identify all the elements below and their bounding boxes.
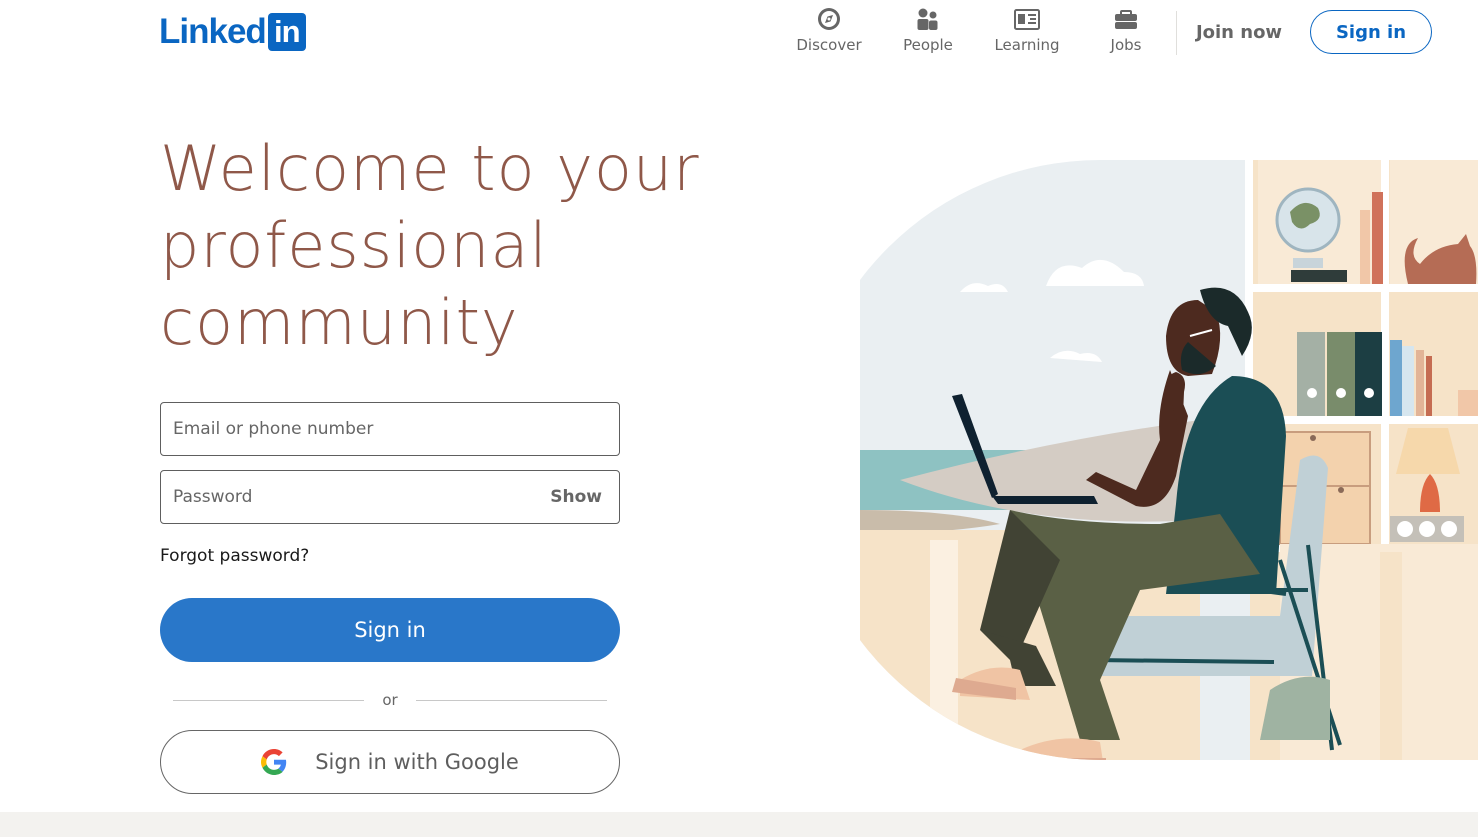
- learning-icon: [1013, 6, 1041, 32]
- nav-discover-label: Discover: [796, 36, 862, 54]
- divider-line-right: [415, 699, 608, 701]
- or-divider: or: [173, 689, 608, 711]
- nav-learning[interactable]: Learning: [982, 6, 1072, 58]
- nav-learning-label: Learning: [994, 36, 1060, 54]
- google-button-label: Sign in with Google: [315, 750, 519, 774]
- or-label: or: [382, 691, 398, 709]
- nav-people[interactable]: People: [883, 6, 973, 58]
- nav-jobs[interactable]: Jobs: [1081, 6, 1171, 58]
- linkedin-logo[interactable]: Linked in: [159, 12, 306, 52]
- password-input[interactable]: [173, 471, 533, 523]
- header-divider: [1176, 11, 1177, 55]
- nav-discover[interactable]: Discover: [784, 6, 874, 58]
- google-g-icon: [261, 749, 287, 775]
- header-sign-in-button[interactable]: Sign in: [1310, 10, 1432, 54]
- compass-icon: [815, 6, 843, 32]
- nav-jobs-label: Jobs: [1110, 36, 1142, 54]
- show-password-button[interactable]: Show: [550, 471, 602, 523]
- people-icon: [914, 6, 942, 32]
- logo-wordmark: Linked: [159, 12, 267, 51]
- hero-illustration: [860, 160, 1478, 760]
- google-sign-in-button[interactable]: Sign in with Google: [160, 730, 620, 794]
- footer-strip: [0, 812, 1478, 837]
- forgot-password-link[interactable]: Forgot password?: [160, 545, 309, 567]
- nav-people-label: People: [903, 36, 953, 54]
- sign-in-button[interactable]: Sign in: [160, 598, 620, 662]
- join-now-link[interactable]: Join now: [1180, 12, 1298, 52]
- password-field[interactable]: Show: [160, 470, 620, 524]
- email-input[interactable]: [173, 403, 533, 455]
- logo-in-box: in: [267, 13, 306, 51]
- email-field[interactable]: [160, 402, 620, 456]
- page-headline: Welcome to your professional community: [160, 132, 700, 359]
- briefcase-icon: [1112, 6, 1140, 32]
- divider-line-left: [173, 699, 365, 701]
